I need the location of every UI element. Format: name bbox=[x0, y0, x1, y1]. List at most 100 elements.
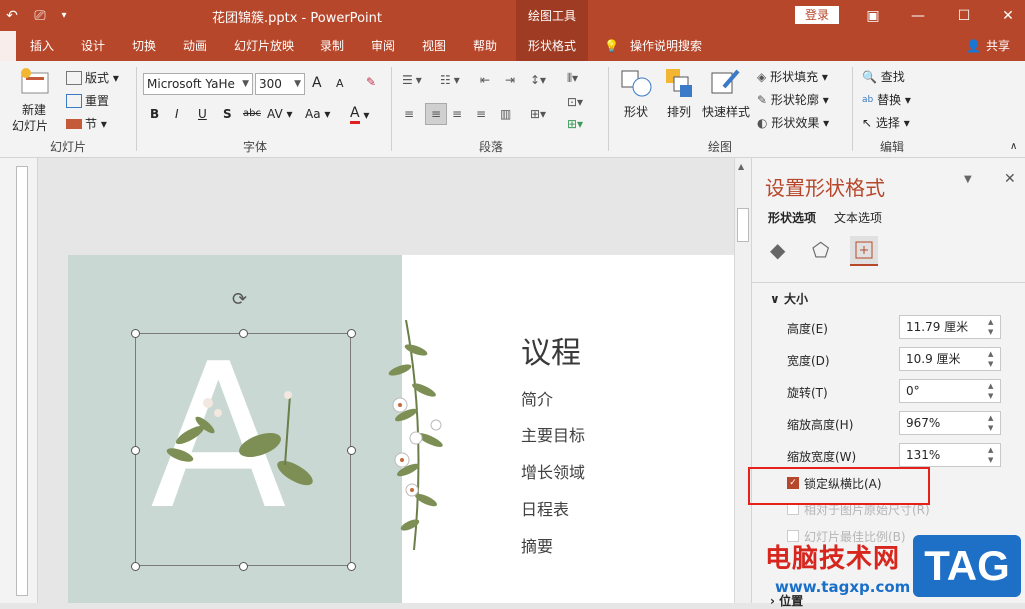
share-button[interactable]: 共享 bbox=[986, 31, 1010, 61]
agenda-item[interactable]: 摘要 bbox=[521, 533, 553, 557]
tab-record[interactable]: 录制 bbox=[320, 31, 344, 61]
thumbnail-scrollbar[interactable] bbox=[16, 166, 28, 596]
clear-formatting-icon[interactable]: ✎ bbox=[366, 75, 376, 89]
arrange-icon[interactable] bbox=[664, 67, 694, 99]
ribbon-display-options-icon[interactable]: ▣ bbox=[850, 0, 896, 31]
vertical-scrollbar[interactable]: ▲ bbox=[734, 158, 751, 603]
spin-up-icon[interactable]: ▲ bbox=[988, 382, 998, 391]
tab-review[interactable]: 审阅 bbox=[371, 31, 395, 61]
strikethrough-button[interactable]: abc bbox=[243, 108, 261, 119]
text-direction-icon[interactable]: ⫴▾ bbox=[567, 71, 578, 86]
resize-handle[interactable] bbox=[239, 562, 248, 571]
font-size-combo[interactable]: 300 ▼ bbox=[255, 73, 305, 95]
align-text-icon[interactable]: ⊡▾ bbox=[567, 95, 583, 109]
width-field[interactable]: 10.9 厘米 ▲ ▼ bbox=[899, 347, 1001, 371]
scroll-up-icon[interactable]: ▲ bbox=[738, 162, 744, 171]
agenda-item[interactable]: 增长领域 bbox=[521, 459, 585, 483]
numbering-icon[interactable]: ☷▾ bbox=[440, 73, 463, 87]
align-center-icon[interactable]: ≡ bbox=[425, 103, 447, 125]
shape-effects-button[interactable]: ◐ 形状效果 ▾ bbox=[757, 114, 829, 131]
login-button[interactable]: 登录 bbox=[795, 6, 839, 24]
agenda-item[interactable]: 主要目标 bbox=[521, 422, 585, 446]
reset-button[interactable]: 重置 bbox=[66, 92, 109, 109]
tab-transitions[interactable]: 切换 bbox=[132, 31, 156, 61]
change-case-button[interactable]: Aa ▾ bbox=[305, 107, 330, 121]
align-left-icon[interactable]: ≡ bbox=[404, 107, 414, 121]
justify-icon[interactable]: ≡ bbox=[476, 107, 486, 121]
align-right-icon[interactable]: ≡ bbox=[452, 107, 462, 121]
tab-help[interactable]: 帮助 bbox=[473, 31, 497, 61]
spin-down-icon[interactable]: ▼ bbox=[988, 328, 998, 337]
tab-text-options[interactable]: 文本选项 bbox=[834, 209, 882, 226]
resize-handle[interactable] bbox=[347, 562, 356, 571]
tab-animations[interactable]: 动画 bbox=[183, 31, 207, 61]
new-slide-label2[interactable]: 幻灯片 bbox=[12, 117, 48, 134]
shadow-button[interactable]: S bbox=[223, 107, 232, 121]
italic-button[interactable]: I bbox=[175, 107, 179, 121]
decrease-font-button[interactable]: A bbox=[336, 77, 344, 90]
distribute-icon[interactable]: ⊞▾ bbox=[530, 107, 546, 121]
customize-qat-icon[interactable]: ▾ bbox=[52, 0, 76, 31]
select-button[interactable]: ↖ 选择 ▾ bbox=[862, 114, 910, 131]
collapse-ribbon-icon[interactable]: ∧ bbox=[1010, 141, 1017, 152]
spin-down-icon[interactable]: ▼ bbox=[988, 360, 998, 369]
line-spacing-icon[interactable]: ↕▾ bbox=[530, 73, 546, 87]
spin-up-icon[interactable]: ▲ bbox=[988, 350, 998, 359]
decrease-indent-icon[interactable]: ⇤ bbox=[480, 73, 490, 87]
tab-shape-options[interactable]: 形状选项 bbox=[768, 209, 816, 226]
scale-width-field[interactable]: 131% ▲ ▼ bbox=[899, 443, 1001, 467]
resize-handle[interactable] bbox=[347, 446, 356, 455]
maximize-button[interactable]: ☐ bbox=[941, 0, 987, 31]
find-button[interactable]: 🔍 查找 bbox=[862, 68, 905, 85]
new-slide-label1[interactable]: 新建 bbox=[22, 101, 46, 118]
minimize-button[interactable]: — bbox=[895, 0, 941, 31]
selection-frame[interactable] bbox=[135, 333, 351, 566]
scale-height-field[interactable]: 967% ▲ ▼ bbox=[899, 411, 1001, 435]
layout-button[interactable]: 版式 ▾ bbox=[66, 69, 119, 86]
agenda-title[interactable]: 议程 bbox=[521, 328, 581, 372]
quick-styles-label[interactable]: 快速样式 bbox=[702, 103, 750, 120]
resize-handle[interactable] bbox=[347, 329, 356, 338]
bold-button[interactable]: B bbox=[150, 107, 159, 121]
spin-down-icon[interactable]: ▼ bbox=[988, 424, 998, 433]
spin-up-icon[interactable]: ▲ bbox=[988, 318, 998, 327]
tab-shape-format[interactable]: 形状格式 bbox=[516, 31, 589, 61]
resize-handle[interactable] bbox=[239, 329, 248, 338]
height-field[interactable]: 11.79 厘米 ▲ ▼ bbox=[899, 315, 1001, 339]
tab-slideshow[interactable]: 幻灯片放映 bbox=[234, 31, 294, 61]
columns-icon[interactable]: ▥ bbox=[500, 107, 511, 121]
replace-button[interactable]: ab 替换 ▾ bbox=[862, 91, 911, 108]
char-spacing-button[interactable]: AV ▾ bbox=[267, 107, 293, 121]
increase-font-button[interactable]: A bbox=[312, 75, 322, 91]
shapes-icon[interactable] bbox=[620, 67, 654, 99]
scroll-thumb[interactable] bbox=[737, 208, 749, 242]
spin-down-icon[interactable]: ▼ bbox=[988, 392, 998, 401]
spin-down-icon[interactable]: ▼ bbox=[988, 456, 998, 465]
tab-insert[interactable]: 插入 bbox=[30, 31, 54, 61]
agenda-item[interactable]: 日程表 bbox=[521, 496, 569, 520]
bullets-icon[interactable]: ☰▾ bbox=[402, 73, 425, 87]
size-properties-icon[interactable] bbox=[850, 236, 878, 266]
font-color-button[interactable]: A ▾ bbox=[350, 105, 369, 124]
arrange-label[interactable]: 排列 bbox=[667, 103, 691, 120]
file-tab-edge[interactable] bbox=[0, 31, 16, 61]
tell-me-search[interactable]: 操作说明搜索 bbox=[630, 31, 702, 61]
new-slide-icon[interactable] bbox=[18, 67, 52, 97]
smartart-icon[interactable]: ⊞▾ bbox=[567, 117, 583, 131]
underline-button[interactable]: U bbox=[198, 107, 207, 121]
agenda-item[interactable]: 简介 bbox=[521, 386, 553, 410]
resize-handle[interactable] bbox=[131, 329, 140, 338]
pane-close-icon[interactable]: ✕ bbox=[1004, 171, 1016, 187]
section-button[interactable]: 节 ▾ bbox=[66, 115, 107, 132]
spin-up-icon[interactable]: ▲ bbox=[988, 414, 998, 423]
shape-fill-button[interactable]: ◈ 形状填充 ▾ bbox=[757, 68, 828, 85]
quick-styles-icon[interactable] bbox=[710, 67, 740, 99]
fill-line-icon[interactable]: ◆ bbox=[770, 238, 785, 262]
resize-handle[interactable] bbox=[131, 446, 140, 455]
pane-options-icon[interactable]: ▼ bbox=[964, 174, 972, 185]
shape-outline-button[interactable]: ✎ 形状轮廓 ▾ bbox=[757, 91, 829, 108]
tab-view[interactable]: 视图 bbox=[422, 31, 446, 61]
tab-design[interactable]: 设计 bbox=[81, 31, 105, 61]
increase-indent-icon[interactable]: ⇥ bbox=[505, 73, 515, 87]
undo-icon[interactable]: ↶ bbox=[0, 0, 24, 31]
